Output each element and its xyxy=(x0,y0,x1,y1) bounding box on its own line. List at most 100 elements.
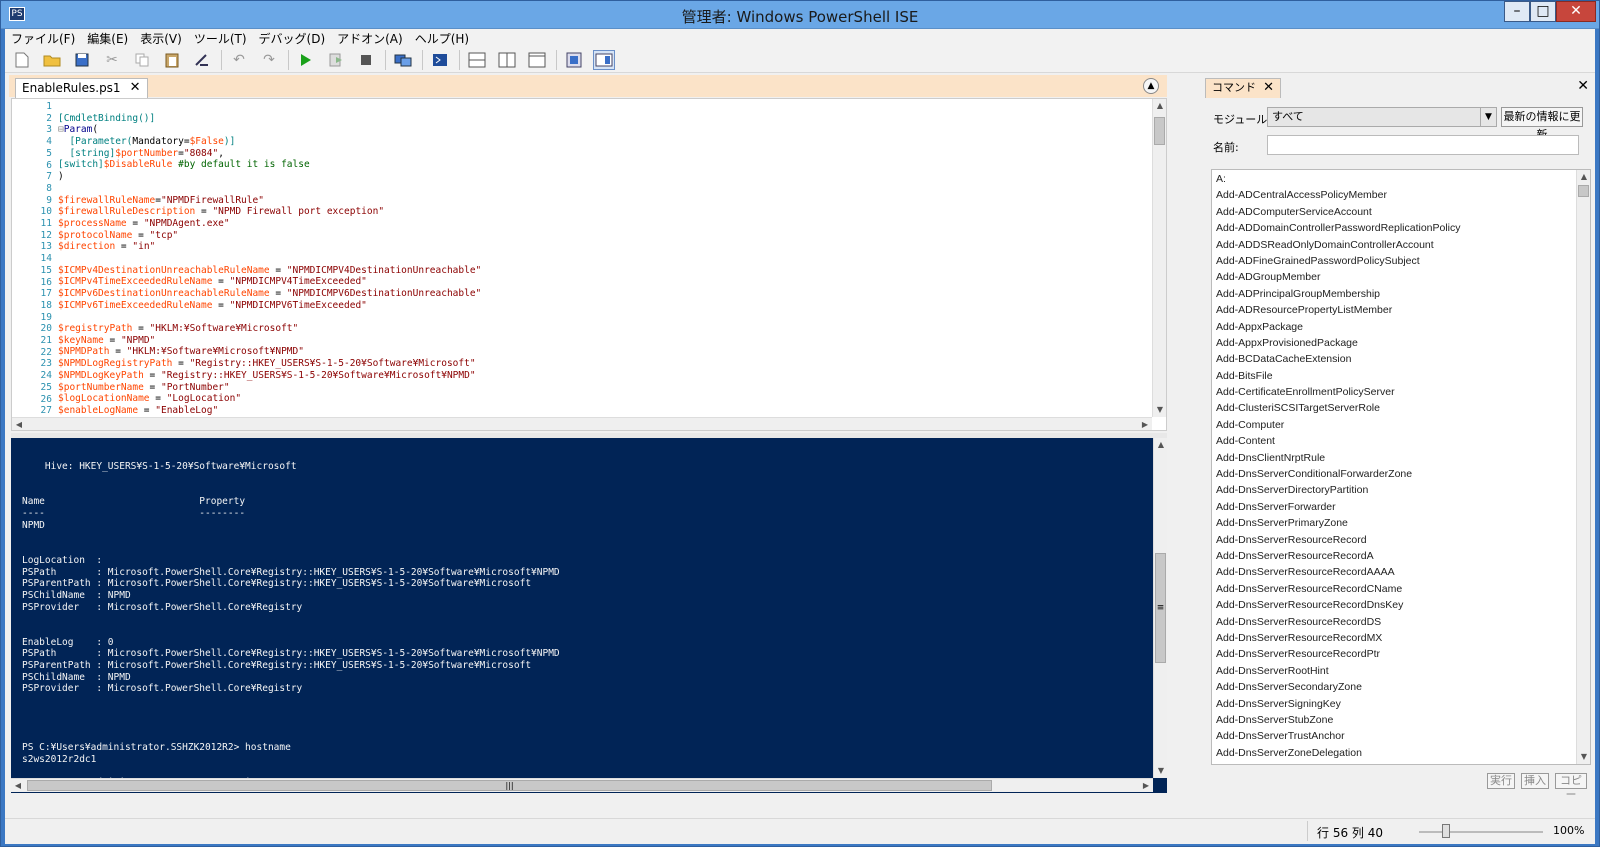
editor-horizontal-scrollbar[interactable]: ◀ ▶ xyxy=(12,417,1152,430)
list-item[interactable]: Add-ADCentralAccessPolicyMember xyxy=(1212,187,1572,203)
refresh-button[interactable]: 最新の情報に更新 xyxy=(1501,107,1583,141)
tab-close-icon[interactable]: ✕ xyxy=(1263,79,1274,97)
layout-max-icon[interactable] xyxy=(526,50,548,70)
list-item[interactable]: Add-DnsServerZoneDelegation xyxy=(1212,745,1572,761)
run-icon[interactable] xyxy=(295,50,317,70)
console-pane[interactable]: Hive: HKEY_USERS¥S-1-5-20¥Software¥Micro… xyxy=(11,438,1167,793)
scroll-left-icon[interactable]: ◀ xyxy=(11,779,25,793)
list-item[interactable]: Add-BitsFile xyxy=(1212,368,1572,384)
module-select[interactable]: すべて ▼ xyxy=(1267,107,1497,127)
list-item[interactable]: Add-DnsClientNrptRule xyxy=(1212,450,1572,466)
minimize-button[interactable]: – xyxy=(1504,1,1530,22)
list-item[interactable]: Add-DnsServerResourceRecordDS xyxy=(1212,614,1572,630)
script-editor[interactable]: 1 2 3 4 5 6 7 8 9 10 11 12 13 14 15 16 17 18 19 20 21 22 23 24 2… xyxy=(11,98,1167,431)
list-item[interactable]: Add-DnsServerResourceRecord xyxy=(1212,532,1572,548)
scroll-right-icon[interactable]: ▶ xyxy=(1138,418,1152,430)
list-item[interactable]: Add-DnsServerForwarder xyxy=(1212,499,1572,515)
list-item[interactable]: Add-DnsServerStubZone xyxy=(1212,712,1572,728)
list-item[interactable]: Add-DnsServerResourceRecordAAAA xyxy=(1212,564,1572,580)
command-list-scrollbar[interactable]: ▲ ▼ xyxy=(1576,170,1590,764)
menu-item[interactable]: 編集(E) xyxy=(81,30,134,47)
command-list[interactable]: A: Add-ADCentralAccessPolicyMember Add-ADC… xyxy=(1211,169,1591,765)
list-item[interactable]: A: xyxy=(1212,171,1572,187)
cut-icon[interactable]: ✂ xyxy=(101,50,123,70)
list-item[interactable]: Add-ADDomainControllerPasswordReplicatio… xyxy=(1212,220,1572,236)
list-item[interactable]: Add-DnsServerDirectoryPartition xyxy=(1212,482,1572,498)
console-horizontal-scrollbar[interactable]: ◀ ||| ▶ xyxy=(11,778,1153,792)
menu-item[interactable]: デバッグ(D) xyxy=(253,30,332,47)
list-item[interactable]: Add-DnsServerTrustAnchor xyxy=(1212,728,1572,744)
list-item[interactable]: Add-ADComputerServiceAccount xyxy=(1212,204,1572,220)
zoom-slider-track[interactable] xyxy=(1419,831,1543,833)
paste-icon[interactable] xyxy=(161,50,183,70)
open-folder-icon[interactable] xyxy=(41,50,63,70)
list-item[interactable]: Add-AppxProvisionedPackage xyxy=(1212,335,1572,351)
run-selection-icon[interactable] xyxy=(325,50,347,70)
maximize-button[interactable]: □ xyxy=(1530,1,1556,22)
list-item[interactable]: Add-ADGroupMember xyxy=(1212,269,1572,285)
scroll-thumb[interactable]: ||| xyxy=(27,780,992,791)
tab-enablerules[interactable]: EnableRules.ps1 ✕ xyxy=(15,78,148,98)
menu-item[interactable]: 表示(V) xyxy=(134,30,188,47)
chevron-down-icon[interactable]: ▼ xyxy=(1480,108,1496,126)
show-addon-icon[interactable] xyxy=(593,49,615,70)
layout-top-icon[interactable] xyxy=(466,50,488,70)
show-commands-icon[interactable] xyxy=(563,50,585,70)
list-item[interactable]: Add-DnsServerResourceRecordCName xyxy=(1212,581,1572,597)
zoom-slider-thumb[interactable] xyxy=(1442,824,1451,838)
stop-icon[interactable] xyxy=(355,50,377,70)
list-item[interactable]: Add-DnsServerSecondaryZone xyxy=(1212,679,1572,695)
list-item[interactable]: Add-Computer xyxy=(1212,417,1572,433)
list-item[interactable]: Add-DnsServerRootHint xyxy=(1212,663,1572,679)
insert-command-button[interactable]: 挿入 xyxy=(1521,773,1549,789)
list-item[interactable]: Add-BCDataCacheExtension xyxy=(1212,351,1572,367)
list-item[interactable]: Add-DnsServerResourceRecordPtr xyxy=(1212,646,1572,662)
menu-item[interactable]: アドオン(A) xyxy=(331,30,409,47)
remote-icon[interactable] xyxy=(392,50,414,70)
save-icon[interactable] xyxy=(71,50,93,70)
close-pane-icon[interactable]: ✕ xyxy=(1577,78,1589,94)
undo-icon[interactable]: ↶ xyxy=(228,50,250,70)
list-item[interactable]: Add-ADDSReadOnlyDomainControllerAccount xyxy=(1212,237,1572,253)
code-area[interactable]: [CmdletBinding()] ⊟Param( [Parameter(Mand… xyxy=(58,101,1148,417)
list-item[interactable]: Add-CertificateEnrollmentPolicyServer xyxy=(1212,384,1572,400)
list-item[interactable]: Add-ADResourcePropertyListMember xyxy=(1212,302,1572,318)
run-command-button[interactable]: 実行 xyxy=(1487,773,1515,789)
scroll-thumb[interactable] xyxy=(1578,185,1589,197)
scroll-down-icon[interactable]: ▼ xyxy=(1577,750,1590,764)
list-item[interactable]: Add-ADFineGrainedPasswordPolicySubject xyxy=(1212,253,1572,269)
scroll-up-icon[interactable]: ▲ xyxy=(1577,170,1590,184)
close-button[interactable]: ✕ xyxy=(1556,1,1596,22)
copy-command-button[interactable]: コピー xyxy=(1555,773,1587,801)
redo-icon[interactable]: ↷ xyxy=(258,50,280,70)
tab-commands[interactable]: コマンド ✕ xyxy=(1205,78,1281,98)
scroll-thumb[interactable] xyxy=(1154,117,1165,145)
list-item[interactable]: Add-ADPrincipalGroupMembership xyxy=(1212,286,1572,302)
list-item[interactable]: Add-DnsServerPrimaryZone xyxy=(1212,515,1572,531)
list-item[interactable]: Add-DnsServerResourceRecordMX xyxy=(1212,630,1572,646)
list-item[interactable]: Add-ClusteriSCSITargetServerRole xyxy=(1212,400,1572,416)
copy-icon[interactable] xyxy=(131,50,153,70)
scroll-up-icon[interactable]: ▲ xyxy=(1153,99,1166,113)
list-item[interactable]: Add-DnsServerConditionalForwarderZone xyxy=(1212,466,1572,482)
tab-close-icon[interactable]: ✕ xyxy=(130,79,141,97)
scroll-down-icon[interactable]: ▼ xyxy=(1154,764,1168,778)
editor-vertical-scrollbar[interactable]: ▲ ▼ xyxy=(1152,99,1166,417)
layout-right-icon[interactable] xyxy=(496,50,518,70)
scroll-up-icon[interactable]: ▲ xyxy=(1154,438,1168,452)
new-file-icon[interactable] xyxy=(11,50,33,70)
scroll-left-icon[interactable]: ◀ xyxy=(12,418,26,430)
list-item[interactable]: Add-DnsServerResourceRecordDnsKey xyxy=(1212,597,1572,613)
collapse-script-pane-icon[interactable]: ▲ xyxy=(1143,78,1159,94)
scroll-thumb[interactable]: ≡ xyxy=(1155,553,1166,663)
clear-icon[interactable] xyxy=(191,50,213,70)
list-item[interactable]: Add-AppxPackage xyxy=(1212,319,1572,335)
powershell-icon[interactable] xyxy=(429,50,451,70)
name-input[interactable] xyxy=(1267,135,1579,155)
list-item[interactable]: Add-Content xyxy=(1212,433,1572,449)
list-item[interactable]: Add-DnsServerResourceRecordA xyxy=(1212,548,1572,564)
menu-item[interactable]: ツール(T) xyxy=(188,30,253,47)
menu-item[interactable]: ファイル(F) xyxy=(5,30,81,47)
scroll-down-icon[interactable]: ▼ xyxy=(1153,403,1166,417)
console-vertical-scrollbar[interactable]: ▲ ≡ ▼ xyxy=(1153,438,1167,778)
